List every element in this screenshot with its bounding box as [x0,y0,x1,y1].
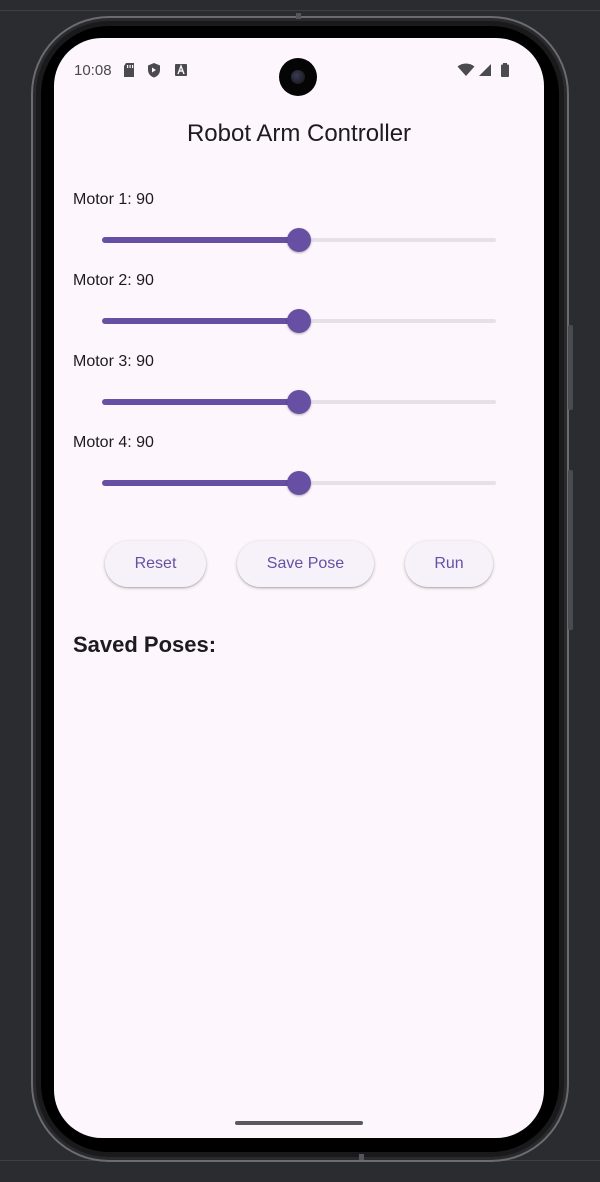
sd-card-icon [122,62,136,78]
motor-1-label: Motor 1: 90 [73,191,154,208]
motor-1-slider[interactable] [102,225,496,255]
signal-icon [478,62,492,78]
slider-thumb[interactable] [287,390,311,414]
reset-button[interactable]: Reset [105,541,206,587]
saved-poses-title: Saved Poses: [73,632,217,657]
power-button[interactable] [568,470,573,630]
slider-active-track [102,480,299,486]
emulator-stage: 10:08 Robot Arm Controller Motor 1: 90 M… [0,0,600,1182]
status-time: 10:08 [74,62,112,79]
volume-button[interactable] [568,325,573,410]
slider-active-track [102,318,299,324]
motor-3-slider[interactable] [102,387,496,417]
slider-thumb[interactable] [287,309,311,333]
slider-active-track [102,399,299,405]
home-indicator[interactable] [235,1121,363,1125]
antenna-top [296,13,301,19]
motor-4-slider[interactable] [102,468,496,498]
slider-thumb[interactable] [287,228,311,252]
divider-top [0,10,600,11]
antenna-bottom [359,1154,364,1160]
motor-3-label: Motor 3: 90 [73,353,154,370]
wifi-icon [457,62,475,78]
battery-icon [500,62,510,78]
app-title: Robot Arm Controller [186,120,412,147]
motor-2-slider[interactable] [102,306,496,336]
phone-screen: 10:08 Robot Arm Controller Motor 1: 90 M… [54,38,544,1138]
saved-poses-list [73,668,525,1088]
motor-2-label: Motor 2: 90 [73,272,154,289]
slider-active-track [102,237,299,243]
save-pose-button[interactable]: Save Pose [237,541,374,587]
run-button[interactable]: Run [405,541,493,587]
front-camera [279,58,317,96]
font-icon [174,62,188,78]
slider-thumb[interactable] [287,471,311,495]
status-bar: 10:08 [54,38,544,102]
motor-4-label: Motor 4: 90 [73,434,154,451]
shield-icon [147,62,161,78]
